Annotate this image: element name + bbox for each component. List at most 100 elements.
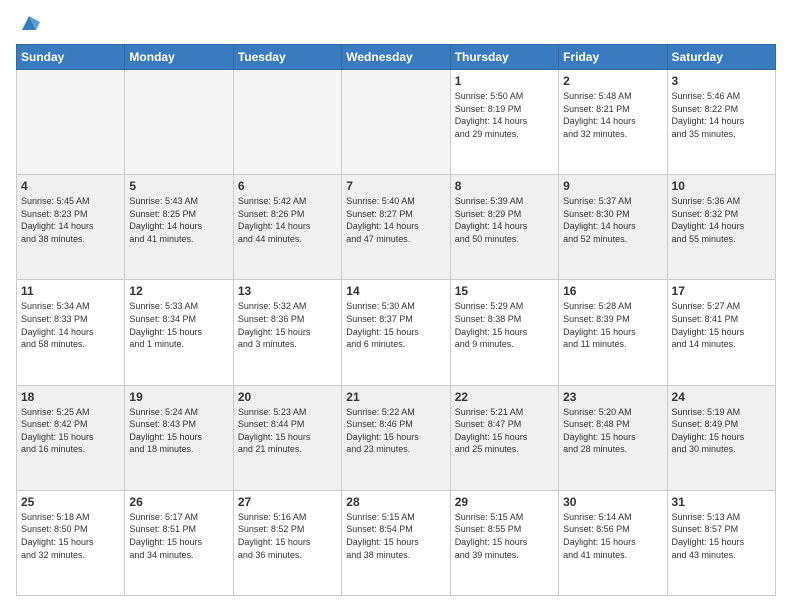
weekday-header-wednesday: Wednesday xyxy=(342,45,450,70)
day-number: 5 xyxy=(129,179,228,193)
day-info: Sunrise: 5:40 AM Sunset: 8:27 PM Dayligh… xyxy=(346,195,445,245)
day-info: Sunrise: 5:20 AM Sunset: 8:48 PM Dayligh… xyxy=(563,406,662,456)
calendar-cell: 10 Sunrise: 5:36 AM Sunset: 8:32 PM Dayli… xyxy=(667,175,775,280)
day-info: Sunrise: 5:19 AM Sunset: 8:49 PM Dayligh… xyxy=(672,406,771,456)
calendar-cell: 25 Sunrise: 5:18 AM Sunset: 8:50 PM Dayli… xyxy=(17,490,125,595)
day-number: 12 xyxy=(129,284,228,298)
day-info: Sunrise: 5:48 AM Sunset: 8:21 PM Dayligh… xyxy=(563,90,662,140)
calendar-cell: 6 Sunrise: 5:42 AM Sunset: 8:26 PM Daylig… xyxy=(233,175,341,280)
calendar-cell: 13 Sunrise: 5:32 AM Sunset: 8:36 PM Dayli… xyxy=(233,280,341,385)
calendar-cell: 3 Sunrise: 5:46 AM Sunset: 8:22 PM Daylig… xyxy=(667,70,775,175)
day-info: Sunrise: 5:30 AM Sunset: 8:37 PM Dayligh… xyxy=(346,300,445,350)
logo xyxy=(16,16,40,34)
day-number: 20 xyxy=(238,390,337,404)
calendar-cell: 14Sunrise: 5:30 AM Sunset: 8:37 PM Dayli… xyxy=(342,280,450,385)
day-info: Sunrise: 5:27 AM Sunset: 8:41 PM Dayligh… xyxy=(672,300,771,350)
weekday-header-sunday: Sunday xyxy=(17,45,125,70)
weekday-header-saturday: Saturday xyxy=(667,45,775,70)
day-number: 11 xyxy=(21,284,120,298)
calendar-cell: 24 Sunrise: 5:19 AM Sunset: 8:49 PM Dayli… xyxy=(667,385,775,490)
day-number: 2 xyxy=(563,74,662,88)
calendar-cell: 16 Sunrise: 5:28 AM Sunset: 8:39 PM Dayli… xyxy=(559,280,667,385)
calendar-cell: 28Sunrise: 5:15 AM Sunset: 8:54 PM Dayli… xyxy=(342,490,450,595)
calendar-cell: 8 Sunrise: 5:39 AM Sunset: 8:29 PM Daylig… xyxy=(450,175,558,280)
calendar-cell: 11 Sunrise: 5:34 AM Sunset: 8:33 PM Dayli… xyxy=(17,280,125,385)
calendar-cell: 9Sunrise: 5:37 AM Sunset: 8:30 PM Daylig… xyxy=(559,175,667,280)
day-info: Sunrise: 5:29 AM Sunset: 8:38 PM Dayligh… xyxy=(455,300,554,350)
day-info: Sunrise: 5:15 AM Sunset: 8:55 PM Dayligh… xyxy=(455,511,554,561)
calendar-cell: 30Sunrise: 5:14 AM Sunset: 8:56 PM Dayli… xyxy=(559,490,667,595)
day-info: Sunrise: 5:17 AM Sunset: 8:51 PM Dayligh… xyxy=(129,511,228,561)
header xyxy=(16,16,776,34)
weekday-header-thursday: Thursday xyxy=(450,45,558,70)
day-info: Sunrise: 5:23 AM Sunset: 8:44 PM Dayligh… xyxy=(238,406,337,456)
day-number: 15 xyxy=(455,284,554,298)
calendar-cell xyxy=(17,70,125,175)
day-info: Sunrise: 5:36 AM Sunset: 8:32 PM Dayligh… xyxy=(672,195,771,245)
day-info: Sunrise: 5:32 AM Sunset: 8:36 PM Dayligh… xyxy=(238,300,337,350)
day-info: Sunrise: 5:21 AM Sunset: 8:47 PM Dayligh… xyxy=(455,406,554,456)
day-info: Sunrise: 5:22 AM Sunset: 8:46 PM Dayligh… xyxy=(346,406,445,456)
day-info: Sunrise: 5:39 AM Sunset: 8:29 PM Dayligh… xyxy=(455,195,554,245)
calendar-table: SundayMondayTuesdayWednesdayThursdayFrid… xyxy=(16,44,776,596)
day-info: Sunrise: 5:34 AM Sunset: 8:33 PM Dayligh… xyxy=(21,300,120,350)
day-number: 10 xyxy=(672,179,771,193)
page: SundayMondayTuesdayWednesdayThursdayFrid… xyxy=(0,0,792,612)
day-info: Sunrise: 5:15 AM Sunset: 8:54 PM Dayligh… xyxy=(346,511,445,561)
day-number: 8 xyxy=(455,179,554,193)
day-info: Sunrise: 5:16 AM Sunset: 8:52 PM Dayligh… xyxy=(238,511,337,561)
day-number: 30 xyxy=(563,495,662,509)
day-number: 17 xyxy=(672,284,771,298)
day-number: 23 xyxy=(563,390,662,404)
day-info: Sunrise: 5:37 AM Sunset: 8:30 PM Dayligh… xyxy=(563,195,662,245)
week-row-4: 18Sunrise: 5:25 AM Sunset: 8:42 PM Dayli… xyxy=(17,385,776,490)
day-info: Sunrise: 5:28 AM Sunset: 8:39 PM Dayligh… xyxy=(563,300,662,350)
week-row-1: 1 Sunrise: 5:50 AM Sunset: 8:19 PM Daylig… xyxy=(17,70,776,175)
calendar-cell: 15 Sunrise: 5:29 AM Sunset: 8:38 PM Dayli… xyxy=(450,280,558,385)
day-number: 16 xyxy=(563,284,662,298)
day-info: Sunrise: 5:42 AM Sunset: 8:26 PM Dayligh… xyxy=(238,195,337,245)
week-row-5: 25 Sunrise: 5:18 AM Sunset: 8:50 PM Dayli… xyxy=(17,490,776,595)
day-number: 31 xyxy=(672,495,771,509)
calendar-cell: 27Sunrise: 5:16 AM Sunset: 8:52 PM Dayli… xyxy=(233,490,341,595)
calendar-cell: 19Sunrise: 5:24 AM Sunset: 8:43 PM Dayli… xyxy=(125,385,233,490)
day-number: 3 xyxy=(672,74,771,88)
day-number: 26 xyxy=(129,495,228,509)
day-number: 24 xyxy=(672,390,771,404)
weekday-header-monday: Monday xyxy=(125,45,233,70)
calendar-cell xyxy=(342,70,450,175)
calendar-cell: 29 Sunrise: 5:15 AM Sunset: 8:55 PM Dayli… xyxy=(450,490,558,595)
day-info: Sunrise: 5:46 AM Sunset: 8:22 PM Dayligh… xyxy=(672,90,771,140)
calendar-cell xyxy=(233,70,341,175)
day-info: Sunrise: 5:18 AM Sunset: 8:50 PM Dayligh… xyxy=(21,511,120,561)
week-row-3: 11 Sunrise: 5:34 AM Sunset: 8:33 PM Dayli… xyxy=(17,280,776,385)
calendar-cell: 1 Sunrise: 5:50 AM Sunset: 8:19 PM Daylig… xyxy=(450,70,558,175)
calendar-cell xyxy=(125,70,233,175)
day-info: Sunrise: 5:50 AM Sunset: 8:19 PM Dayligh… xyxy=(455,90,554,140)
calendar-cell: 26 Sunrise: 5:17 AM Sunset: 8:51 PM Dayli… xyxy=(125,490,233,595)
calendar-cell: 17 Sunrise: 5:27 AM Sunset: 8:41 PM Dayli… xyxy=(667,280,775,385)
calendar-cell: 23 Sunrise: 5:20 AM Sunset: 8:48 PM Dayli… xyxy=(559,385,667,490)
day-info: Sunrise: 5:45 AM Sunset: 8:23 PM Dayligh… xyxy=(21,195,120,245)
calendar-cell: 12 Sunrise: 5:33 AM Sunset: 8:34 PM Dayli… xyxy=(125,280,233,385)
day-number: 1 xyxy=(455,74,554,88)
day-number: 22 xyxy=(455,390,554,404)
day-info: Sunrise: 5:13 AM Sunset: 8:57 PM Dayligh… xyxy=(672,511,771,561)
calendar-cell: 20 Sunrise: 5:23 AM Sunset: 8:44 PM Dayli… xyxy=(233,385,341,490)
day-number: 21 xyxy=(346,390,445,404)
day-info: Sunrise: 5:24 AM Sunset: 8:43 PM Dayligh… xyxy=(129,406,228,456)
day-number: 13 xyxy=(238,284,337,298)
day-number: 7 xyxy=(346,179,445,193)
day-number: 6 xyxy=(238,179,337,193)
weekday-header-tuesday: Tuesday xyxy=(233,45,341,70)
calendar-cell: 7 Sunrise: 5:40 AM Sunset: 8:27 PM Daylig… xyxy=(342,175,450,280)
logo-icon xyxy=(18,12,40,34)
week-row-2: 4 Sunrise: 5:45 AM Sunset: 8:23 PM Daylig… xyxy=(17,175,776,280)
day-number: 29 xyxy=(455,495,554,509)
day-number: 4 xyxy=(21,179,120,193)
day-number: 25 xyxy=(21,495,120,509)
calendar-cell: 2 Sunrise: 5:48 AM Sunset: 8:21 PM Daylig… xyxy=(559,70,667,175)
calendar-cell: 4 Sunrise: 5:45 AM Sunset: 8:23 PM Daylig… xyxy=(17,175,125,280)
weekday-header-friday: Friday xyxy=(559,45,667,70)
day-info: Sunrise: 5:33 AM Sunset: 8:34 PM Dayligh… xyxy=(129,300,228,350)
